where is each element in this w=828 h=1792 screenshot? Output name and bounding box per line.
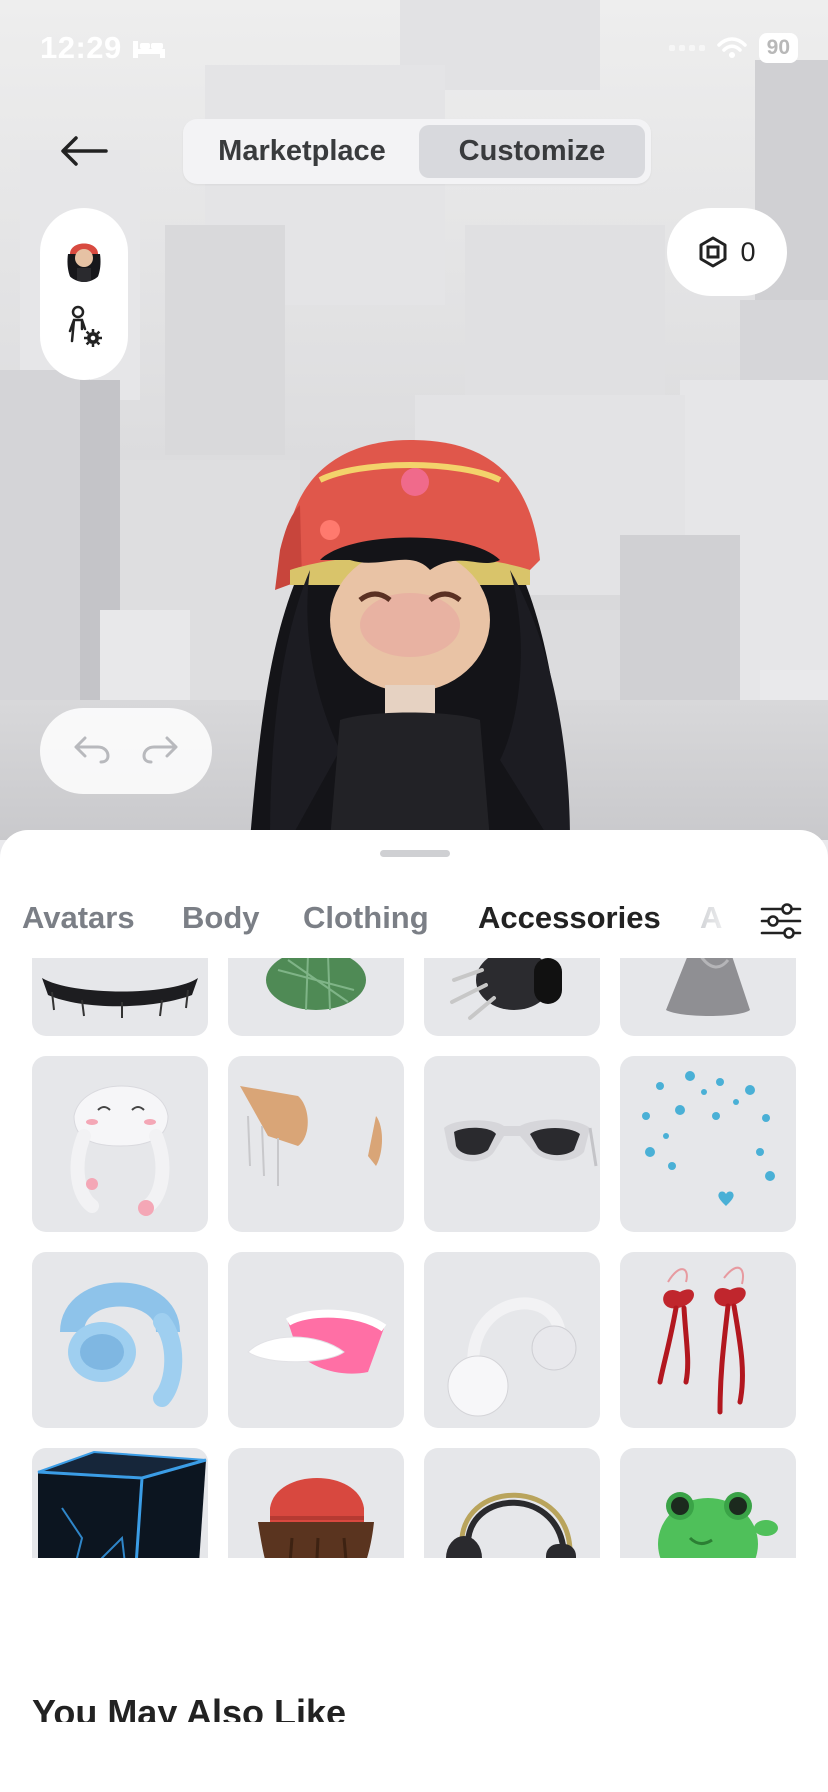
white-sunglasses-thumb — [444, 1119, 598, 1167]
undo-button[interactable] — [73, 734, 111, 769]
avatar-tools-panel — [40, 208, 128, 380]
blue-hearts-aura-item[interactable] — [620, 1056, 796, 1232]
black-lace-hat-item[interactable] — [32, 958, 208, 1036]
tab-accessories[interactable]: Accessories — [478, 900, 661, 936]
black-gold-headphones-thumb — [446, 1492, 576, 1558]
blue-bunny-headphones-item[interactable] — [32, 1252, 208, 1428]
robux-icon — [699, 236, 727, 268]
avatar-thumbnail-button[interactable] — [62, 234, 106, 282]
cellular-signal-icon — [668, 45, 705, 51]
white-bunny-hat-thumb — [70, 1085, 170, 1216]
green-frog-head-thumb — [658, 1492, 778, 1558]
filter-sliders-icon — [760, 903, 802, 939]
spiked-paw-thumb — [450, 958, 562, 1020]
sleep-focus-icon — [132, 41, 165, 58]
avatar-thumbnail-icon — [67, 243, 101, 282]
tabs-fade-overlay — [690, 888, 740, 954]
white-earmuffs-thumb — [447, 1297, 577, 1417]
catalog-bottom-sheet: Avatars Body Clothing Accessories A — [0, 830, 828, 1792]
filter-button[interactable] — [734, 888, 828, 954]
neon-cube-head-thumb — [37, 1450, 207, 1558]
robux-amount: 0 — [740, 236, 756, 267]
tab-clothing[interactable]: Clothing — [303, 900, 429, 936]
brown-hair-red-beanie-item[interactable] — [228, 1448, 404, 1558]
blue-hearts-aura-thumb — [642, 1071, 775, 1206]
undo-icon — [74, 736, 110, 763]
avatar-settings-icon — [68, 306, 102, 348]
green-frog-head-item[interactable] — [620, 1448, 796, 1558]
status-time: 12:29 — [40, 30, 122, 65]
section-header-clip: You May Also Like — [0, 1692, 828, 1722]
sheet-drag-handle[interactable] — [380, 850, 450, 857]
gray-ghost-thumb — [666, 958, 750, 1016]
marketplace-customize-switcher: Marketplace Customize — [183, 119, 651, 184]
tab-avatars[interactable]: Avatars — [22, 900, 135, 936]
pink-visor-item[interactable] — [228, 1252, 404, 1428]
tab-marketplace[interactable]: Marketplace — [189, 125, 415, 178]
neon-cube-head-item[interactable] — [32, 1448, 208, 1558]
green-plaid-beret-thumb — [266, 958, 366, 1011]
tab-body[interactable]: Body — [182, 900, 260, 936]
green-plaid-beret-item[interactable] — [228, 958, 404, 1036]
black-lace-hat-thumb — [42, 978, 198, 1018]
white-sunglasses-item[interactable] — [424, 1056, 600, 1232]
redo-icon — [142, 736, 178, 763]
avatar-settings-button[interactable] — [64, 305, 104, 354]
blue-bunny-headphones-thumb — [60, 1282, 183, 1407]
robux-balance-button[interactable]: 0 — [667, 208, 787, 296]
status-bar: 12:29 90 — [40, 28, 798, 68]
elf-ears-item[interactable] — [228, 1056, 404, 1232]
spiked-paw-item[interactable] — [424, 958, 600, 1036]
red-ribbon-bows-thumb — [657, 1266, 746, 1415]
avatar-figure — [250, 440, 570, 840]
redo-button[interactable] — [141, 734, 179, 769]
brown-hair-red-beanie-thumb — [258, 1478, 374, 1558]
gray-ghost-item[interactable] — [620, 958, 796, 1036]
you-may-also-like-heading: You May Also Like — [32, 1692, 347, 1722]
elf-ears-thumb — [240, 1086, 382, 1186]
tab-customize[interactable]: Customize — [419, 125, 645, 178]
white-bunny-hat-item[interactable] — [32, 1056, 208, 1232]
red-ribbon-bows-item[interactable] — [620, 1252, 796, 1428]
back-button[interactable] — [54, 126, 114, 176]
accessories-grid — [0, 958, 828, 1558]
back-arrow-icon — [61, 136, 108, 166]
pink-visor-thumb — [247, 1309, 387, 1374]
white-earmuffs-item[interactable] — [424, 1252, 600, 1428]
black-gold-headphones-item[interactable] — [424, 1448, 600, 1558]
battery-indicator: 90 — [758, 33, 798, 63]
undo-redo-controls — [40, 708, 212, 794]
wifi-icon — [716, 37, 747, 58]
avatar-preview-scene[interactable]: 12:29 90 Marketplace Customize 0 — [0, 0, 828, 840]
